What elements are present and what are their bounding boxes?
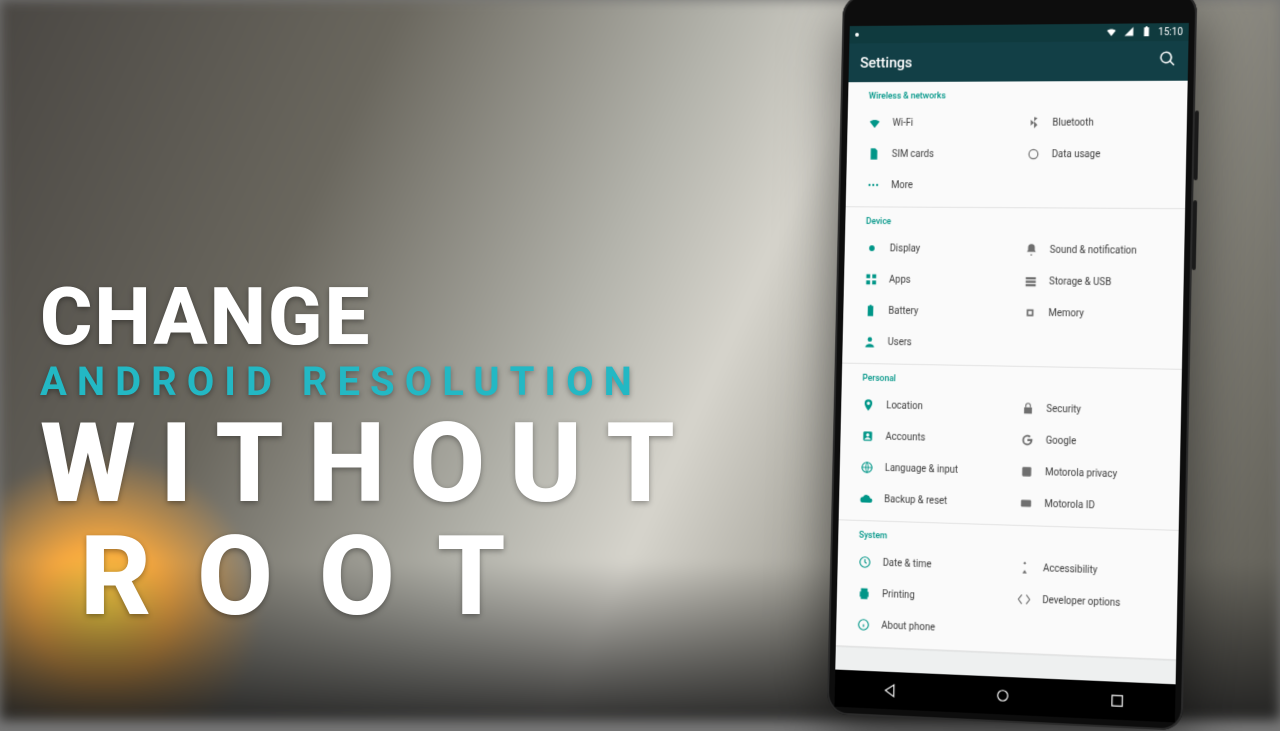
item-storage[interactable]: Storage & USB xyxy=(1014,265,1184,299)
memory-icon xyxy=(1023,306,1037,320)
nav-recents-button[interactable] xyxy=(1097,688,1137,714)
lock-icon xyxy=(1021,401,1035,415)
accessibility-icon xyxy=(1018,561,1032,575)
item-accounts[interactable]: Accounts xyxy=(840,420,1005,455)
sim-icon xyxy=(867,147,880,161)
battery-status-icon xyxy=(1141,25,1153,40)
item-label: Printing xyxy=(882,589,915,601)
item-label: About phone xyxy=(881,620,935,633)
globe-icon xyxy=(860,460,873,474)
datausage-icon xyxy=(1027,147,1041,161)
section-header-device: Device xyxy=(845,207,1185,235)
item-label: Battery xyxy=(888,305,918,316)
item-label: SIM cards xyxy=(892,149,934,160)
info-icon xyxy=(857,618,870,632)
item-sim[interactable]: SIM cards xyxy=(847,138,1012,169)
devopts-icon xyxy=(1017,592,1031,606)
section-personal: Personal Location Security Accounts xyxy=(839,364,1182,531)
phone-frame: 15:10 Settings Wireless & networks Wi-Fi xyxy=(827,0,1198,731)
more-icon xyxy=(867,178,880,192)
wifi-icon xyxy=(868,116,881,130)
item-backup[interactable]: Backup & reset xyxy=(839,482,1004,518)
headline-line-2: ANDROID RESOLUTION xyxy=(40,358,699,405)
battery-icon xyxy=(864,304,877,318)
item-label: Developer options xyxy=(1042,595,1120,609)
item-datausage[interactable]: Data usage xyxy=(1017,138,1187,170)
display-icon xyxy=(865,241,878,255)
item-label: Display xyxy=(890,243,921,254)
search-button[interactable] xyxy=(1158,50,1176,72)
item-memory[interactable]: Memory xyxy=(1013,297,1183,331)
item-label: Motorola privacy xyxy=(1045,467,1117,480)
item-label: Users xyxy=(888,337,912,348)
backup-icon xyxy=(860,492,873,506)
item-moto-privacy[interactable]: Motorola privacy xyxy=(1010,456,1180,492)
item-bluetooth[interactable]: Bluetooth xyxy=(1017,107,1187,139)
accounts-icon xyxy=(861,429,874,443)
settings-list[interactable]: Wireless & networks Wi-Fi Bluetooth SIM … xyxy=(835,81,1187,685)
item-label: Backup & reset xyxy=(884,494,947,507)
item-label: Memory xyxy=(1048,308,1084,319)
section-wireless: Wireless & networks Wi-Fi Bluetooth SIM … xyxy=(846,81,1188,209)
nav-home-button[interactable] xyxy=(983,683,1022,708)
item-security[interactable]: Security xyxy=(1011,392,1181,427)
bell-icon xyxy=(1025,243,1039,257)
item-label: Apps xyxy=(889,274,911,285)
item-apps[interactable]: Apps xyxy=(844,264,1009,297)
item-label: Wi-Fi xyxy=(892,117,913,128)
status-dot-icon xyxy=(855,33,859,37)
apps-icon xyxy=(864,272,877,286)
item-google[interactable]: Google xyxy=(1011,424,1181,460)
item-moto-id[interactable]: Motorola ID xyxy=(1009,487,1179,524)
signal-status-icon xyxy=(1123,25,1135,40)
item-wifi[interactable]: Wi-Fi xyxy=(847,107,1012,138)
headline-overlay: CHANGE ANDROID RESOLUTION WITHOUT ROOT xyxy=(40,270,699,641)
section-system: System Date & time Accessibility Printin… xyxy=(836,520,1179,660)
status-time: 15:10 xyxy=(1158,27,1183,38)
headline-line-3: WITHOUT xyxy=(40,399,699,528)
item-label: Storage & USB xyxy=(1049,276,1111,288)
page-title: Settings xyxy=(860,54,912,72)
item-label: Location xyxy=(886,400,923,412)
item-label: Accessibility xyxy=(1043,563,1098,576)
item-display[interactable]: Display xyxy=(844,232,1009,265)
item-label: Google xyxy=(1046,435,1077,447)
nav-back-button[interactable] xyxy=(871,678,909,703)
item-language[interactable]: Language & input xyxy=(839,451,1004,487)
item-label: Date & time xyxy=(883,557,932,569)
item-label: Language & input xyxy=(885,463,958,476)
location-icon xyxy=(862,398,875,412)
storage-icon xyxy=(1024,274,1038,288)
item-battery[interactable]: Battery xyxy=(843,295,1008,329)
printer-icon xyxy=(857,586,870,600)
users-icon xyxy=(863,335,876,349)
id-icon xyxy=(1019,496,1033,510)
item-more[interactable]: More xyxy=(846,169,1186,202)
item-label: Motorola ID xyxy=(1044,498,1095,510)
privacy-icon xyxy=(1020,465,1034,479)
item-label: Sound & notification xyxy=(1050,244,1137,256)
item-label: Security xyxy=(1046,403,1081,415)
app-bar: Settings xyxy=(848,41,1188,82)
wifi-status-icon xyxy=(1105,25,1117,40)
headline-line-4: ROOT xyxy=(40,512,699,641)
item-users[interactable]: Users xyxy=(842,326,1182,363)
clock-icon xyxy=(858,555,871,569)
bluetooth-icon xyxy=(1027,116,1041,130)
item-label: Accounts xyxy=(885,431,925,443)
item-location[interactable]: Location xyxy=(841,389,1006,424)
section-device: Device Display Sound & notification Apps xyxy=(842,207,1185,370)
item-label: More xyxy=(891,180,913,191)
section-header-wireless: Wireless & networks xyxy=(848,81,1188,108)
phone-screen: 15:10 Settings Wireless & networks Wi-Fi xyxy=(835,23,1189,684)
item-sound[interactable]: Sound & notification xyxy=(1015,234,1185,267)
google-icon xyxy=(1021,433,1035,447)
item-label: Data usage xyxy=(1052,149,1101,160)
headline-line-1: CHANGE xyxy=(40,270,699,364)
item-label: Bluetooth xyxy=(1052,117,1094,128)
